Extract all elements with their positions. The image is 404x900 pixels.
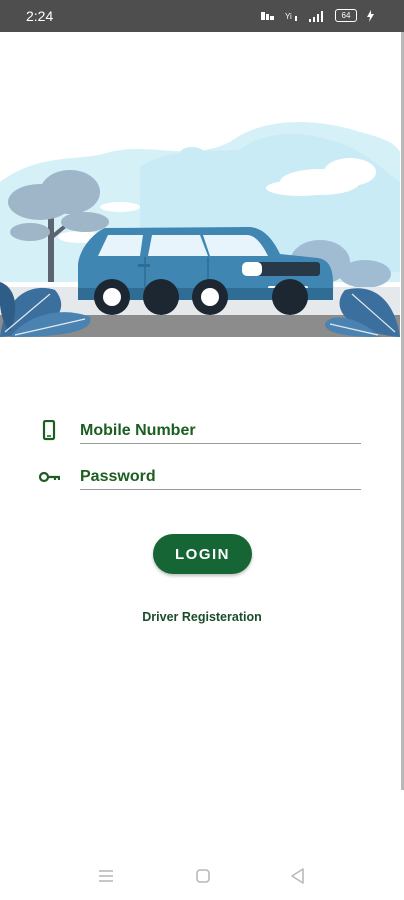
phone-icon [42,420,56,441]
data-indicator-icon [261,11,274,20]
password-field [38,458,363,498]
mobile-number-field [38,412,363,452]
status-time: 2:24 [26,8,54,24]
key-icon [38,471,60,483]
hero-illustration [0,32,400,337]
menu-icon[interactable] [96,866,116,886]
mobile-number-input[interactable] [80,412,361,444]
charging-bolt-icon [367,9,374,22]
car-illustration [0,122,400,337]
password-input[interactable] [80,458,361,490]
battery-icon: 64 [335,9,357,22]
svg-text:Yi: Yi [285,12,292,21]
login-button[interactable]: LOGIN [153,534,252,574]
system-nav-bar [0,852,404,900]
home-square-icon[interactable] [193,866,213,886]
login-screen: 2:24 Yi 64 Mobile Number LOGIN Driver Re… [0,0,404,900]
signal-sim1-icon: Yi [285,12,297,21]
back-triangle-icon[interactable] [288,866,308,886]
signal-bars-icon [309,10,323,22]
status-icons: Yi 64 [261,9,374,22]
status-bar: 2:24 Yi 64 [0,0,404,32]
driver-registration-link[interactable]: Driver Registeration [0,610,404,624]
